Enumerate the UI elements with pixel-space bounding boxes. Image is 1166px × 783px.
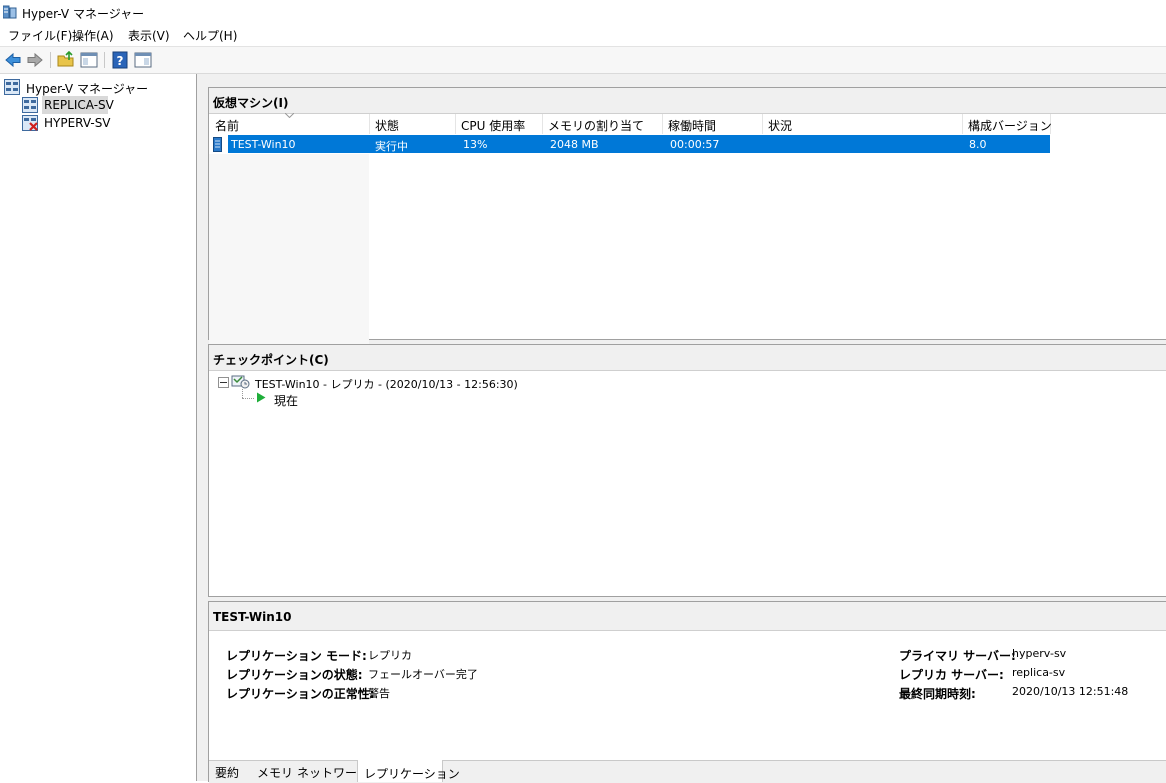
name-column-background [209, 154, 369, 365]
forward-icon[interactable] [26, 51, 44, 69]
tab-network[interactable]: ネットワーク [291, 761, 369, 781]
details-tab-strip: 要約 メモリ ネットワーク レプリケーション [209, 760, 1166, 783]
checkpoint-icon [231, 375, 250, 389]
tree-item-hyperv-sv[interactable]: HYPERV-SV [22, 114, 172, 132]
replication-health-value: 警告 [368, 687, 390, 700]
checkpoint-panel-title: チェックポイント(C) [213, 353, 329, 367]
primary-server-value: hyperv-sv [1012, 647, 1067, 660]
vm-name: TEST-Win10 [231, 138, 296, 151]
collapse-toggle-icon[interactable] [218, 377, 229, 388]
vm-version: 8.0 [969, 138, 987, 151]
tree-item-root[interactable]: Hyper-V マネージャー [4, 78, 194, 96]
vm-panel-header: 仮想マシン(I) [209, 88, 1166, 114]
tab-summary[interactable]: 要約 [209, 761, 249, 781]
hyperv-manager-icon [3, 5, 17, 19]
table-row[interactable]: TEST-Win10 実行中 13% 2048 MB 00:00:57 8.0 [209, 114, 1051, 154]
replication-mode-value: レプリカ [368, 649, 412, 662]
replication-mode-label: レプリケーション モード: [226, 649, 367, 663]
vm-panel-title: 仮想マシン(I) [213, 96, 289, 110]
back-icon[interactable] [4, 51, 22, 69]
toolbar-separator [50, 52, 51, 68]
vm-state: 実行中 [375, 140, 408, 153]
row-selection-highlight [228, 135, 1050, 153]
details-panel-header: TEST-Win10 [209, 602, 1166, 631]
play-icon [257, 392, 266, 403]
tab-replication[interactable]: レプリケーション [357, 760, 460, 782]
tree-root-label: Hyper-V マネージャー [26, 82, 149, 96]
menu-help[interactable]: ヘルプ(H) [183, 27, 237, 44]
menu-bar: ファイル(F) 操作(A) 表示(V) ヘルプ(H) [0, 24, 1166, 46]
replica-server-value: replica-sv [1012, 666, 1066, 679]
checkpoint-label[interactable]: TEST-Win10 - レプリカ - (2020/10/13 - 12:56:… [255, 376, 518, 392]
server-error-icon [22, 115, 38, 131]
replication-state-label: レプリケーションの状態: [226, 668, 363, 682]
vm-memory: 2048 MB [550, 138, 599, 151]
navigation-tree [0, 74, 197, 781]
tab-memory[interactable]: メモリ [249, 761, 294, 781]
replica-server-label: レプリカ サーバー: [899, 668, 1004, 682]
details-panel: TEST-Win10 レプリケーション モード: レプリカ レプリケーションの状… [208, 601, 1166, 783]
toolbar: ? [0, 46, 1166, 74]
primary-server-label: プライマリ サーバー: [899, 649, 1016, 663]
help-icon[interactable]: ? [111, 51, 129, 69]
tree-item-label: REPLICA-SV [44, 98, 114, 112]
tab-label: 要約 [215, 766, 240, 780]
menu-file[interactable]: ファイル(F) [8, 27, 72, 44]
title-bar: Hyper-V マネージャー [0, 0, 1166, 24]
menu-action[interactable]: 操作(A) [72, 27, 114, 44]
tab-label: メモリ [257, 766, 294, 780]
last-sync-label: 最終同期時刻: [899, 687, 976, 701]
up-folder-icon[interactable] [57, 51, 75, 69]
replication-health-label: レプリケーションの正常性: [226, 687, 375, 701]
vm-cpu: 13% [463, 138, 488, 151]
svg-text:?: ? [117, 54, 124, 68]
checkpoint-panel-header: チェックポイント(C) [209, 345, 1166, 371]
last-sync-value: 2020/10/13 12:51:48 [1012, 685, 1129, 698]
menu-view[interactable]: 表示(V) [128, 27, 170, 44]
content-area: 仮想マシン(I) 名前 状態 CPU 使用率 メモリの割り当て 稼働時間 状況 … [197, 74, 1166, 783]
show-hide-action-pane-icon[interactable] [134, 51, 152, 69]
toolbar-separator [104, 52, 105, 68]
tree-connector [242, 389, 244, 398]
details-panel-title: TEST-Win10 [213, 610, 292, 624]
tab-label: レプリケーション [364, 767, 460, 781]
server-icon [22, 97, 38, 113]
vm-icon [213, 137, 222, 152]
tree-item-replica-sv[interactable]: REPLICA-SV [22, 96, 172, 114]
checkpoint-panel: チェックポイント(C) TEST-Win10 - レプリカ - (2020/10… [208, 344, 1166, 597]
replication-state-value: フェールオーバー完了 [368, 668, 478, 681]
show-hide-tree-icon[interactable] [80, 51, 98, 69]
vm-list: 名前 状態 CPU 使用率 メモリの割り当て 稼働時間 状況 構成バージョン T… [209, 113, 1166, 365]
vm-panel: 仮想マシン(I) 名前 状態 CPU 使用率 メモリの割り当て 稼働時間 状況 … [208, 87, 1166, 365]
vm-uptime: 00:00:57 [670, 138, 720, 151]
window-title: Hyper-V マネージャー [22, 7, 145, 21]
tree-connector [242, 398, 254, 400]
hyperv-manager-icon [4, 79, 20, 95]
checkpoint-now-label[interactable]: 現在 [274, 392, 298, 409]
tree-item-label: HYPERV-SV [44, 116, 111, 130]
